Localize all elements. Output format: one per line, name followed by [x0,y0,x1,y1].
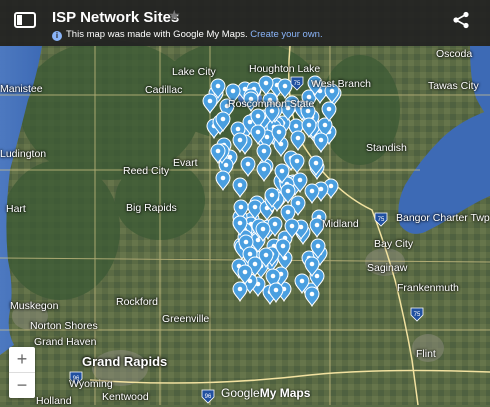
place-label: Cadillac [145,84,183,96]
place-label: Saginaw [367,262,408,274]
zoom-out-button[interactable]: − [9,373,35,398]
place-label: Grand Haven [34,336,97,348]
place-label: Grand Rapids [82,354,168,369]
place-label: Holland [36,395,72,407]
svg-text:75: 75 [294,81,301,87]
info-text: This map was made with Google My Maps. [66,29,248,40]
map-title: ISP Network Sites [52,9,180,26]
place-label: Kentwood [102,391,149,403]
place-label: Greenville [162,313,210,325]
place-label: Lake City [172,66,216,78]
sidebar-toggle-icon[interactable] [14,12,36,28]
place-label: Tawas City [428,80,479,92]
place-label: Big Rapids [126,202,177,214]
place-label: Wyoming [69,378,113,390]
place-label: Flint [416,348,436,360]
place-label: Rockford [116,296,159,308]
google-my-maps-watermark: GoogleMy Maps [221,386,310,400]
place-label: Roscommon State [228,98,315,110]
map-header: ISP Network Sites ★ i This map was made w… [0,0,490,46]
place-label: Norton Shores [30,320,98,332]
place-label: Midland [322,218,359,230]
zoom-in-button[interactable]: + [9,347,35,373]
info-icon: i [52,31,62,41]
place-label: Muskegon [10,300,59,312]
watermark-mymaps: My Maps [259,386,311,400]
info-line: i This map was made with Google My Maps. … [52,29,323,41]
watermark-google: Google [221,386,260,400]
place-label: West Branch [311,78,371,90]
place-label: Evart [173,157,198,169]
create-your-own-link[interactable]: Create your own. [250,29,322,40]
place-label: Bangor Charter Twp [396,212,490,224]
place-label: Bay City [374,238,414,250]
place-label: Ludington [0,148,47,160]
place-label: Oscoda [436,48,473,60]
place-label: Houghton Lake [249,63,321,75]
place-label: Hart [6,203,26,215]
star-icon[interactable]: ★ [168,7,181,24]
svg-text:96: 96 [205,394,212,400]
share-icon[interactable] [452,11,470,29]
place-label: Reed City [123,165,170,177]
svg-text:75: 75 [378,217,385,223]
place-label: Manistee [0,83,43,95]
place-label: Frankenmuth [397,282,459,294]
svg-text:75: 75 [414,312,421,318]
place-label: Standish [366,142,407,154]
zoom-control: + − [9,347,35,398]
